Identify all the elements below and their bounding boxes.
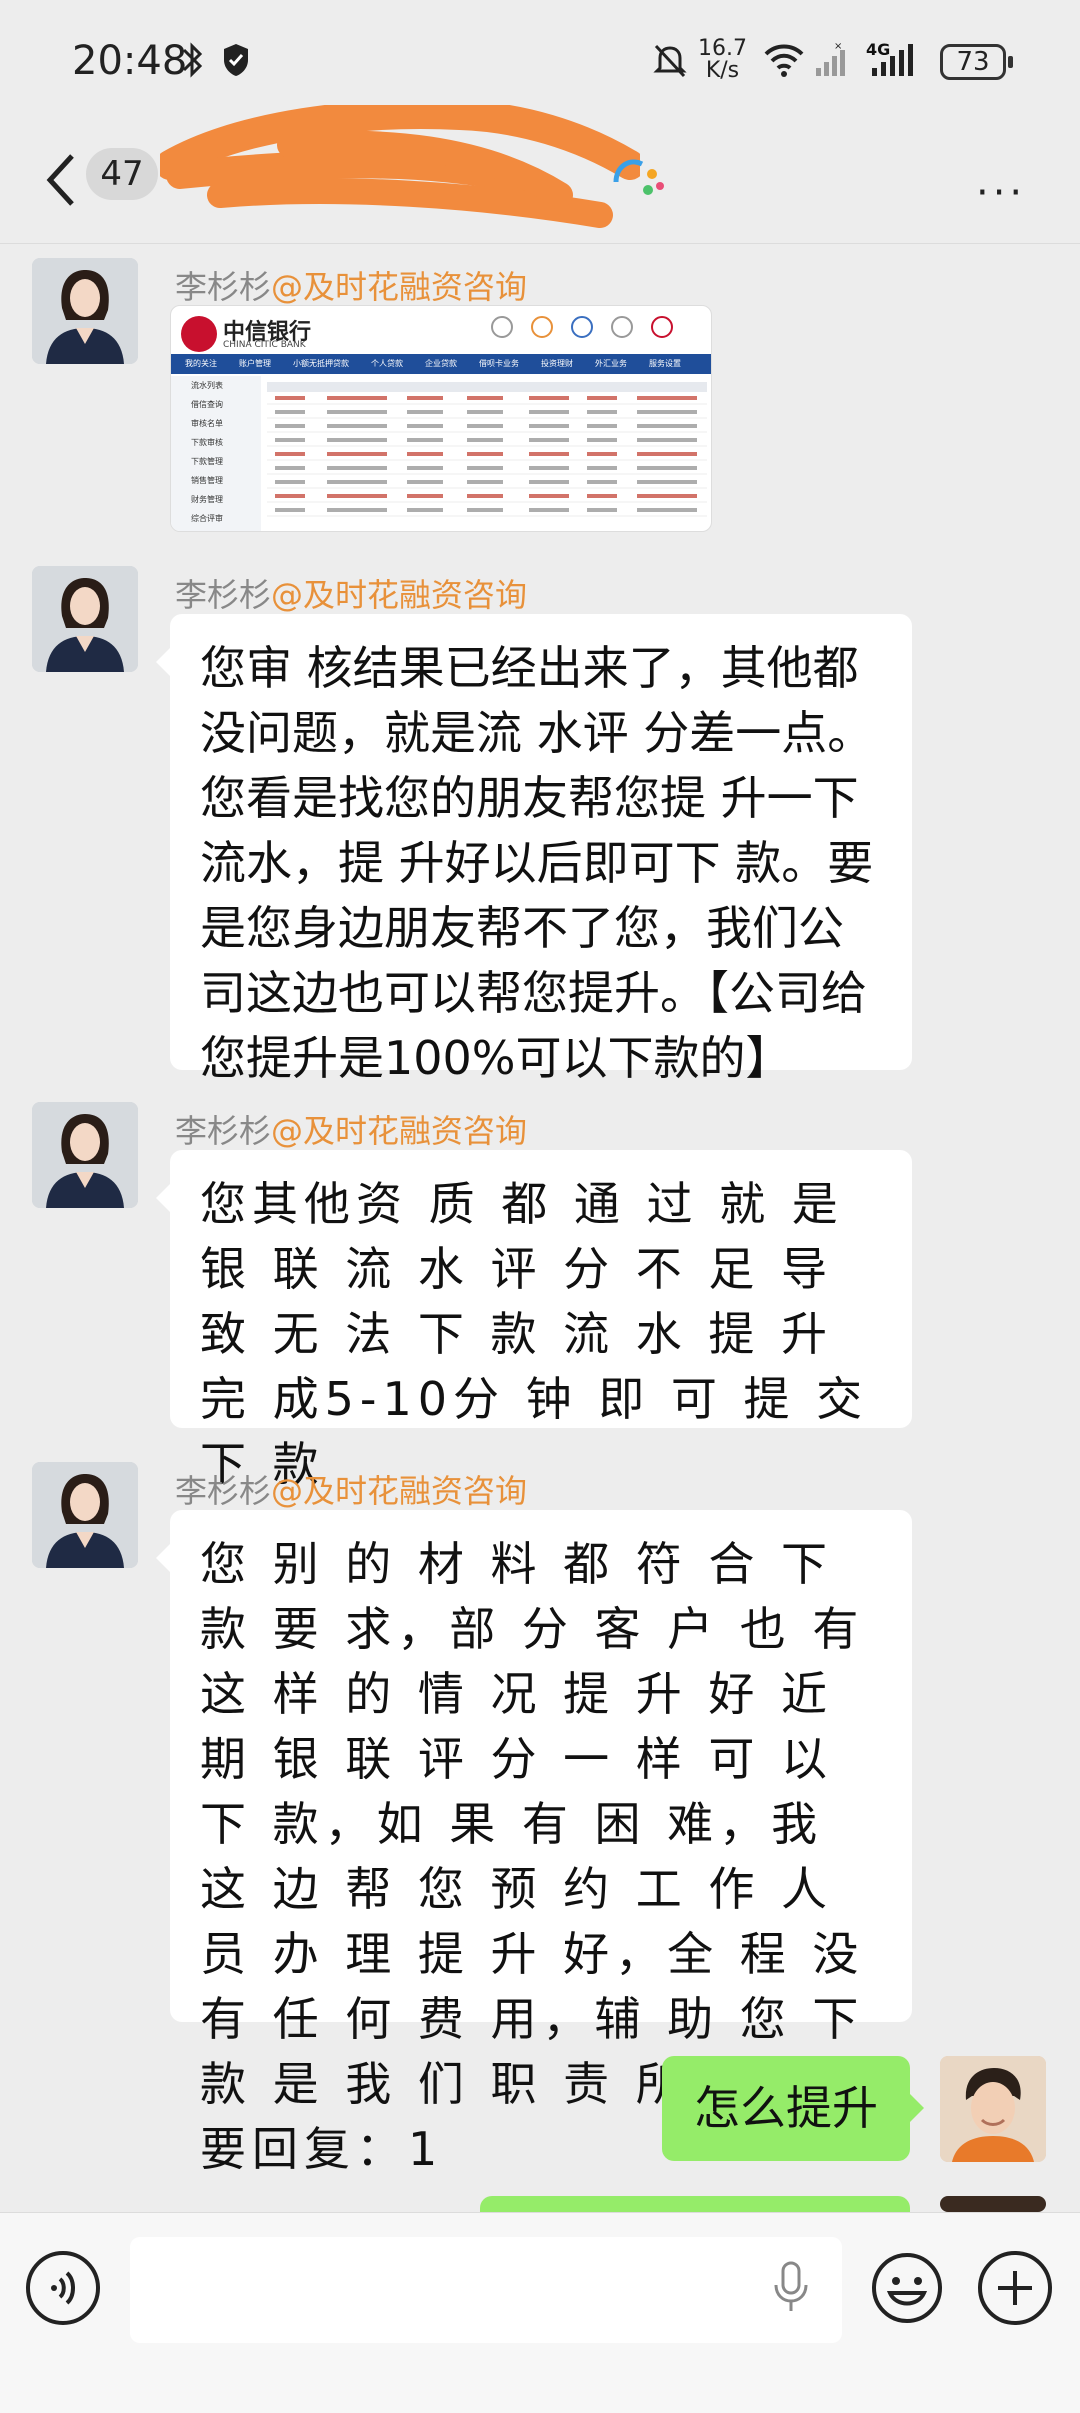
mute-bell-icon bbox=[653, 44, 687, 78]
signal-sim1-icon: × bbox=[816, 41, 845, 76]
man-portrait-icon bbox=[940, 2056, 1046, 2162]
microphone-icon[interactable] bbox=[770, 2259, 812, 2315]
bank-logo-icon bbox=[181, 316, 217, 352]
status-time: 20:48 bbox=[72, 38, 188, 84]
bluetooth-icon bbox=[182, 42, 203, 78]
message-bubble[interactable]: 您审 核结果已经出来了，其他都没问题，就是流 水评 分差一点。您看是找您的朋友帮… bbox=[156, 614, 912, 1085]
more-dots-icon[interactable]: ··· bbox=[976, 170, 1026, 216]
bank-header-icons bbox=[491, 316, 691, 346]
image-message[interactable]: 中信银行 CHINA CITIC BANK 我的关注 账户管理 小额无抵押贷款 个人贷… bbox=[170, 305, 712, 532]
woman-portrait-icon bbox=[32, 258, 138, 364]
woman-portrait-icon bbox=[32, 566, 138, 672]
voice-icon[interactable] bbox=[26, 2251, 100, 2325]
bank-sidebar: 流水列表 借信查询 审核名单 下款审核 下款管理 销售管理 财务管理 综合评审 bbox=[171, 376, 261, 531]
svg-text:×: × bbox=[834, 41, 842, 52]
battery-indicator: 73 bbox=[940, 44, 1013, 80]
woman-portrait-icon bbox=[32, 1102, 138, 1208]
input-bar bbox=[0, 2212, 1080, 2413]
emoji-icon[interactable] bbox=[870, 2251, 944, 2325]
sender-name: 李杉杉@及时花融资咨询 bbox=[175, 576, 528, 614]
signal-sim2-icon bbox=[872, 44, 913, 76]
redacted-title bbox=[160, 105, 640, 228]
my-avatar[interactable] bbox=[940, 2056, 1046, 2162]
my-avatar-partial bbox=[940, 2196, 1046, 2212]
my-message-bubble[interactable]: 怎么提升 bbox=[662, 2056, 924, 2161]
sender-name: 李杉杉@及时花融资咨询 bbox=[175, 1472, 528, 1510]
shield-icon bbox=[224, 44, 248, 76]
unread-count-badge: 47 bbox=[86, 148, 158, 200]
sender-name: 李杉杉@及时花融资咨询 bbox=[175, 268, 528, 306]
avatar[interactable] bbox=[32, 258, 138, 364]
message-bubble[interactable]: 您其他资 质 都 通 过 就 是 银 联 流 水 评 分 不 足 导 致 无 法… bbox=[156, 1150, 912, 1491]
message-bubble[interactable]: 您 别 的 材 料 都 符 合 下 款 要 求，部 分 客 户 也 有 这 样 … bbox=[156, 1510, 912, 2176]
chevron-left-icon[interactable] bbox=[38, 150, 88, 210]
net-speed: 16.7 K/s bbox=[698, 36, 747, 83]
sender-name: 李杉杉@及时花融资咨询 bbox=[175, 1112, 528, 1150]
plus-icon[interactable] bbox=[978, 2251, 1052, 2325]
woman-portrait-icon bbox=[32, 1462, 138, 1568]
wifi-icon bbox=[764, 44, 804, 77]
avatar[interactable] bbox=[32, 1102, 138, 1208]
group-logo-icon bbox=[613, 159, 664, 195]
avatar[interactable] bbox=[32, 566, 138, 672]
bank-table-graphic bbox=[267, 382, 707, 517]
message-input[interactable] bbox=[130, 2237, 842, 2343]
avatar[interactable] bbox=[32, 1462, 138, 1568]
bank-nav: 我的关注 账户管理 小额无抵押贷款 个人贷款 企业贷款 借呗卡业务 投资理财 外汇业务 服务设置 bbox=[171, 354, 711, 374]
